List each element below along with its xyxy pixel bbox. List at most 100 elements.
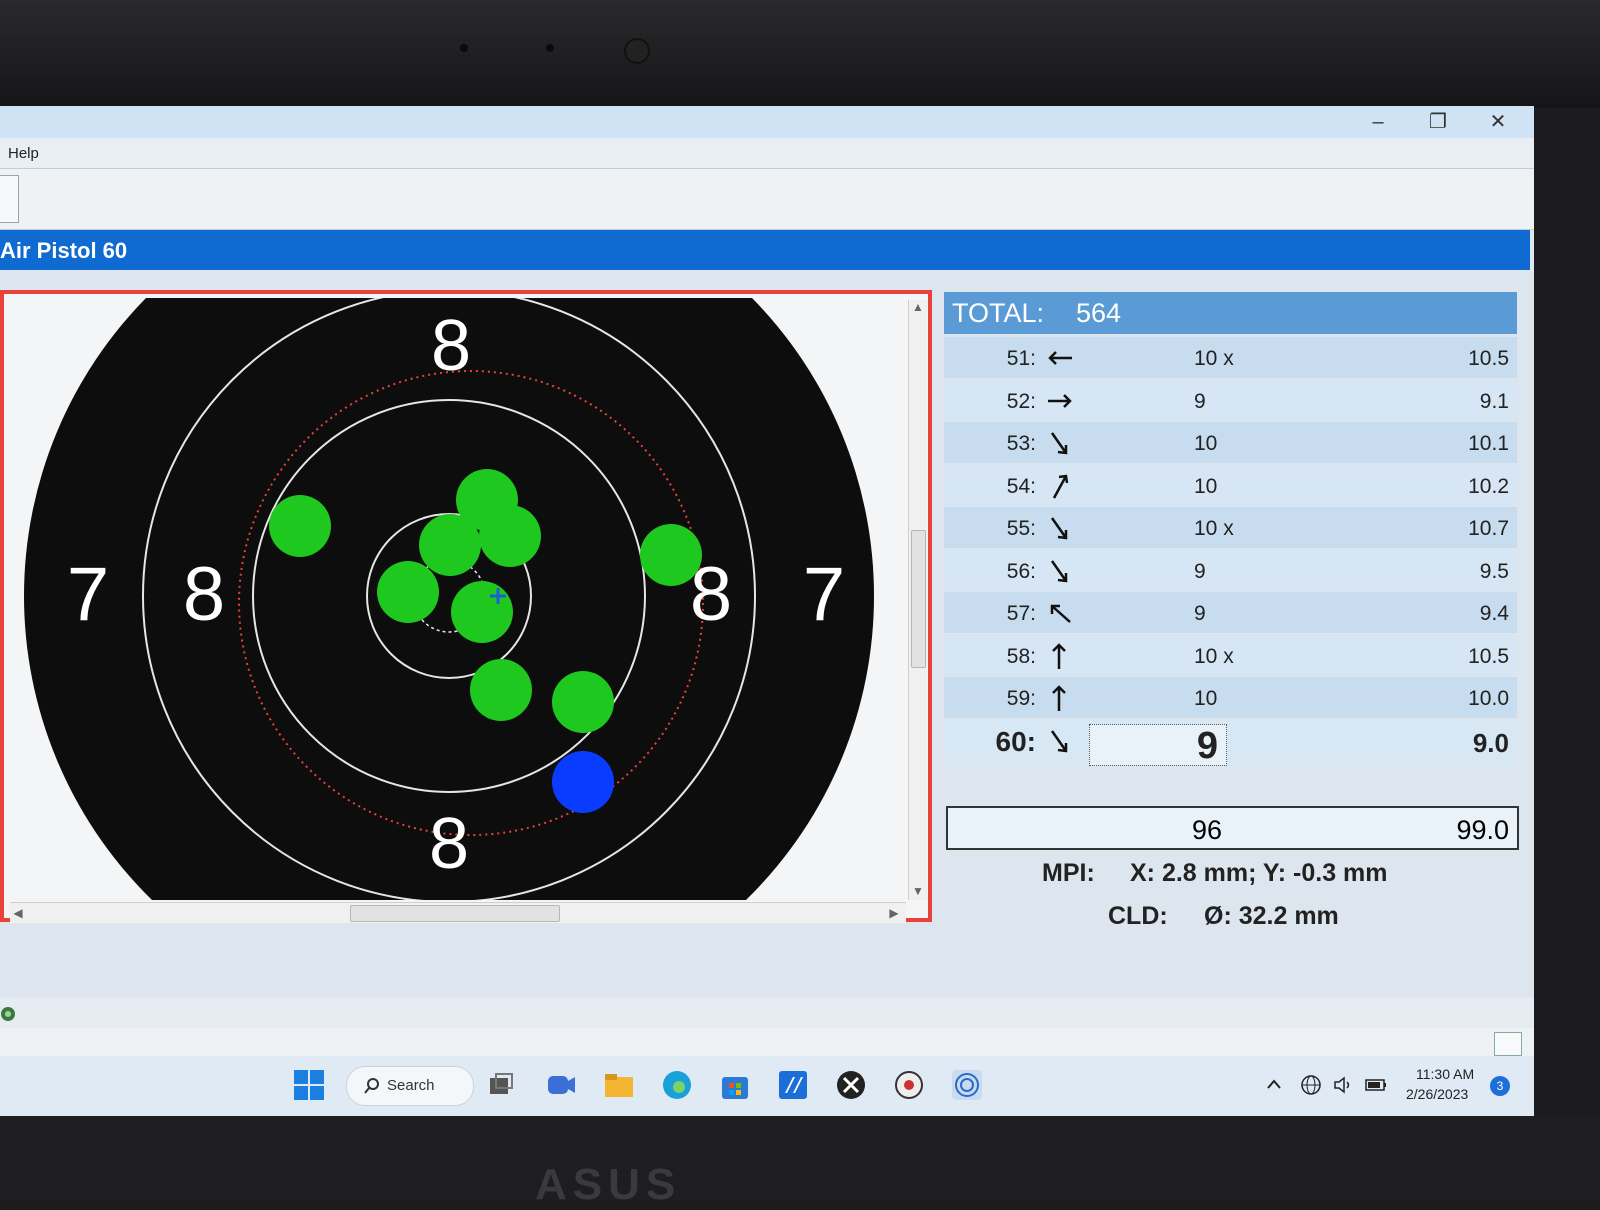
restore-button[interactable]: ❐ (1418, 110, 1458, 134)
shot-hole[interactable] (552, 671, 614, 733)
store-icon[interactable] (718, 1068, 752, 1102)
shot-hole[interactable] (451, 581, 513, 643)
cld-label: CLD: (1108, 902, 1168, 930)
shot-score: 10 x (1194, 644, 1234, 668)
clock-date[interactable]: 2/26/2023 (1406, 1086, 1468, 1102)
shot-row[interactable]: 53: 10 10.1 (944, 422, 1517, 463)
discipline-title: Air Pistol 60 (0, 238, 128, 263)
shot-decimal-score: 9.0 (1472, 727, 1509, 758)
shot-row[interactable]: 55: 10 x 10.7 (944, 507, 1517, 548)
taskbar: Search 11:30 AM 2/26/2023 3 (0, 1056, 1534, 1114)
shot-number: 59: (1006, 687, 1036, 710)
sensor-dot (460, 44, 468, 52)
direction-arrow-icon (1052, 474, 1069, 499)
search-label: Search (387, 1077, 435, 1094)
sensor-dot (546, 44, 554, 52)
ring-label-left-inner: 8 (183, 552, 225, 637)
vertical-scrollbar[interactable]: ▲ ▼ (908, 300, 927, 900)
direction-arrow-icon (1050, 517, 1068, 540)
menu-item-help[interactable]: Help (8, 145, 39, 162)
last-shot-hole[interactable] (552, 751, 614, 813)
shot-number: 57: (1006, 602, 1036, 625)
shot-hole[interactable] (456, 469, 518, 531)
shot-row[interactable]: 58: 10 x 10.5 (944, 634, 1517, 676)
volume-icon[interactable] (1332, 1074, 1354, 1096)
task-view-icon[interactable] (484, 1068, 518, 1102)
battery-icon[interactable] (1364, 1076, 1388, 1094)
shot-decimal-score: 10.2 (1468, 474, 1509, 498)
toolbar-button[interactable] (0, 175, 19, 223)
target-app-icon[interactable] (950, 1068, 984, 1102)
toolbar (0, 169, 1534, 230)
series-sum: 96 (1192, 815, 1223, 845)
scroll-down-arrow[interactable]: ▼ (910, 884, 926, 898)
shot-number: 56: (1006, 559, 1036, 583)
shot-row[interactable]: 59: 10 10.0 (944, 677, 1517, 718)
direction-arrow-icon (1048, 393, 1072, 408)
scroll-up-arrow[interactable]: ▲ (910, 300, 926, 314)
xbox-icon[interactable] (834, 1068, 868, 1102)
total-banner: TOTAL: 564 (944, 292, 1517, 334)
clock-time[interactable]: 11:30 AM (1416, 1066, 1474, 1082)
layout-toggle-icon[interactable] (1494, 1032, 1522, 1056)
shot-row[interactable]: 56: 9 9.5 (944, 549, 1517, 591)
shot-hole[interactable] (470, 659, 532, 721)
scroll-left-arrow[interactable]: ◀ (10, 906, 26, 920)
shot-decimal-score: 10.5 (1468, 644, 1509, 668)
minimize-button[interactable]: – (1358, 110, 1398, 134)
close-button[interactable]: ✕ (1478, 110, 1518, 134)
shot-decimal-score: 9.5 (1479, 559, 1509, 583)
shot-score: 10 (1194, 432, 1218, 455)
taskbar-search[interactable]: Search (346, 1066, 474, 1106)
shot-score: 10 x (1194, 517, 1234, 540)
vertical-scroll-thumb[interactable] (911, 530, 926, 668)
laptop-brand-logo: ASUS (535, 1160, 682, 1209)
shot-score: 9 (1194, 559, 1206, 583)
shot-number: 54: (1006, 474, 1036, 498)
shot-number: 58: (1006, 644, 1036, 668)
app-icon[interactable] (776, 1068, 810, 1102)
chevron-up-icon[interactable] (1266, 1078, 1282, 1090)
total-label: TOTAL: (952, 298, 1045, 328)
connection-status-icon (1, 1007, 15, 1021)
shot-decimal-score: 9.1 (1479, 389, 1509, 413)
results-panel: TOTAL: 564 51: 10 x 10.5 52: 9 9.1 53: 10 10.1 54… (944, 292, 1520, 942)
total-value: 564 (1076, 298, 1122, 328)
current-shot-score[interactable]: 9 (1089, 723, 1227, 767)
window-titlebar: – ❐ ✕ (0, 106, 1534, 138)
menu-bar: Help (0, 138, 1534, 169)
direction-arrow-icon (1050, 604, 1071, 623)
ring-label-right-outer: 7 (803, 552, 845, 637)
ring-label-left-outer: 7 (67, 552, 109, 637)
shot-row[interactable]: 54: 10 10.2 (944, 464, 1517, 506)
notification-count: 3 (1496, 1079, 1504, 1093)
scoring-app-icon[interactable] (892, 1068, 926, 1102)
ring-label-bottom: 8 (429, 804, 469, 884)
scroll-right-arrow[interactable]: ▶ (886, 906, 902, 920)
edge-browser-icon[interactable] (660, 1068, 694, 1102)
shot-decimal-score: 10.1 (1468, 432, 1509, 455)
bottom-strip (0, 1028, 1534, 1056)
shot-row[interactable]: 60: 9 9.0 (944, 719, 1517, 767)
shot-score: 9 (1194, 602, 1206, 625)
shot-decimal-score: 10.7 (1468, 517, 1509, 540)
target-view[interactable]: 8 8 7 8 8 7 (8, 298, 906, 900)
laptop-bezel-bottom (0, 1116, 1600, 1200)
meet-icon[interactable] (544, 1068, 578, 1102)
shot-hole[interactable] (377, 561, 439, 623)
mpi-label: MPI: (1042, 859, 1095, 887)
shot-hole[interactable] (269, 495, 331, 557)
shot-row[interactable]: 57: 9 9.4 (944, 592, 1517, 633)
shot-row[interactable]: 52: 9 9.1 (944, 379, 1517, 421)
horizontal-scrollbar[interactable]: ◀ ▶ (10, 902, 906, 923)
network-icon[interactable] (1300, 1074, 1322, 1096)
shot-hole[interactable] (640, 524, 702, 586)
notification-badge[interactable]: 3 (1490, 1076, 1510, 1096)
status-bar (0, 998, 1534, 1029)
direction-arrow-icon (1048, 351, 1072, 365)
shot-row[interactable]: 51: 10 x 10.5 (944, 337, 1517, 378)
screen: – ❐ ✕ Help Air Pistol 60 8 8 7 8 8 7 ▲ ▼… (0, 106, 1534, 1116)
horizontal-scroll-thumb[interactable] (350, 905, 560, 922)
file-explorer-icon[interactable] (602, 1068, 636, 1102)
windows-start-icon[interactable] (292, 1068, 326, 1102)
